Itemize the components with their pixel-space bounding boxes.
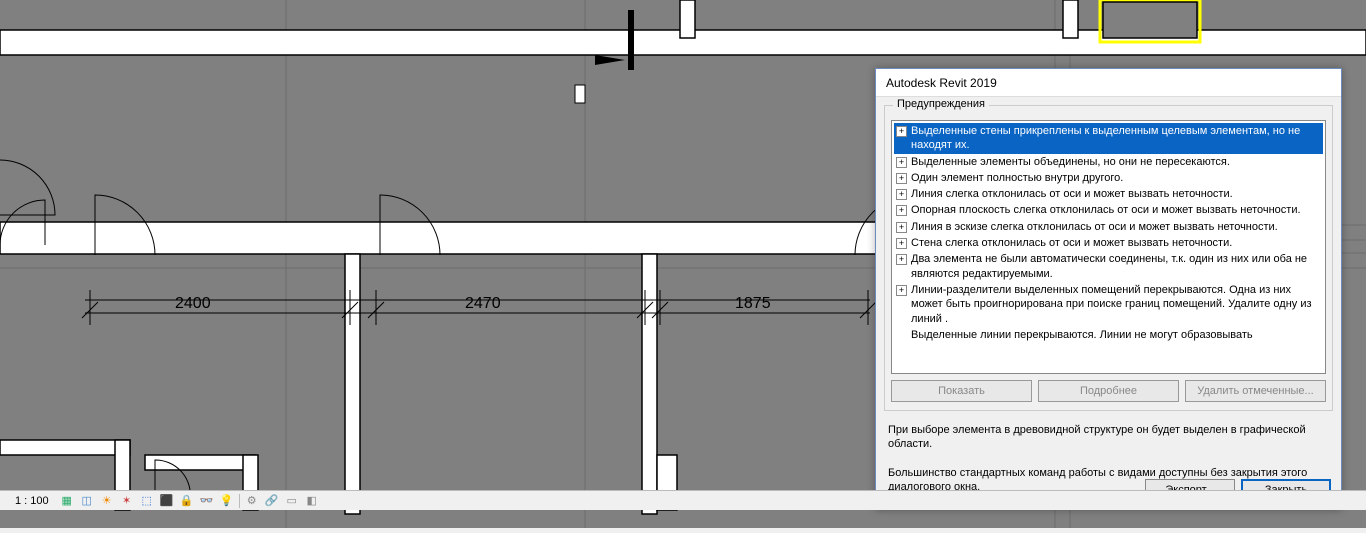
highlight-icon[interactable]: ◧ xyxy=(304,493,320,509)
warning-item[interactable]: +Опорная плоскость слегка отклонилась от… xyxy=(894,202,1323,218)
view-control-icons: ▦ ◫ ☀ ✶ ⬚ ⬛ 🔒 👓 💡 ⚙ 🔗 ▭ ◧ xyxy=(59,493,320,509)
worksharing-icon[interactable]: ⚙ xyxy=(244,493,260,509)
expand-icon[interactable]: + xyxy=(896,238,907,249)
constraints-icon[interactable]: 🔗 xyxy=(264,493,280,509)
expand-icon[interactable]: + xyxy=(896,126,907,137)
expand-icon[interactable]: + xyxy=(896,189,907,200)
warnings-tree[interactable]: +Выделенные стены прикреплены к выделенн… xyxy=(891,120,1326,374)
group-label: Предупреждения xyxy=(893,98,989,110)
analytical-icon[interactable]: ▭ xyxy=(284,493,300,509)
crop-view-icon[interactable]: ⬚ xyxy=(139,493,155,509)
dialog-title: Autodesk Revit 2019 xyxy=(876,69,1341,97)
warning-item[interactable]: +Стена слегка отклонилась от оси и может… xyxy=(894,235,1323,251)
status-bar: 1 : 100 ▦ ◫ ☀ ✶ ⬚ ⬛ 🔒 👓 💡 ⚙ 🔗 ▭ ◧ xyxy=(0,490,1366,510)
show-button: Показать xyxy=(891,380,1032,402)
expand-icon[interactable]: + xyxy=(896,173,907,184)
separator xyxy=(239,494,240,508)
reveal-hidden-icon[interactable]: 💡 xyxy=(219,493,235,509)
expand-icon[interactable]: + xyxy=(896,254,907,265)
warning-item[interactable]: Выделенные линии перекрываются. Линии не… xyxy=(894,327,1323,343)
visual-style-icon[interactable]: ◫ xyxy=(79,493,95,509)
warning-item[interactable]: +Один элемент полностью внутри другого. xyxy=(894,170,1323,186)
expand-icon[interactable]: + xyxy=(896,285,907,296)
warning-item[interactable]: +Линии-разделители выделенных помещений … xyxy=(894,282,1323,327)
shadows-icon[interactable]: ✶ xyxy=(119,493,135,509)
scale-label[interactable]: 1 : 100 xyxy=(15,495,49,507)
delete-checked-button: Удалить отмеченные... xyxy=(1185,380,1326,402)
more-info-button: Подробнее xyxy=(1038,380,1179,402)
lock-icon[interactable]: 🔒 xyxy=(179,493,195,509)
dimension-2: 2470 xyxy=(465,295,501,313)
sun-path-icon[interactable]: ☀ xyxy=(99,493,115,509)
warning-item[interactable]: +Выделенные стены прикреплены к выделенн… xyxy=(894,123,1323,154)
warning-item[interactable]: +Два элемента не были автоматически соед… xyxy=(894,251,1323,282)
warning-item[interactable]: +Линия в эскизе слегка отклонилась от ос… xyxy=(894,219,1323,235)
detail-level-icon[interactable]: ▦ xyxy=(59,493,75,509)
expand-icon[interactable]: + xyxy=(896,205,907,216)
dimension-1: 2400 xyxy=(175,295,211,313)
crop-region-icon[interactable]: ⬛ xyxy=(159,493,175,509)
dimension-3: 1875 xyxy=(735,295,771,313)
info-text-1: При выборе элемента в древовидной структ… xyxy=(876,419,1341,456)
warnings-group: Предупреждения +Выделенные стены прикреп… xyxy=(884,105,1333,411)
expand-icon[interactable]: + xyxy=(896,157,907,168)
temporary-hide-icon[interactable]: 👓 xyxy=(199,493,215,509)
warning-item[interactable]: +Линия слегка отклонилась от оси и может… xyxy=(894,186,1323,202)
warning-item[interactable]: +Выделенные элементы объединены, но они … xyxy=(894,154,1323,170)
warnings-dialog: Autodesk Revit 2019 Предупреждения +Выде… xyxy=(875,68,1342,510)
expand-icon[interactable]: + xyxy=(896,222,907,233)
